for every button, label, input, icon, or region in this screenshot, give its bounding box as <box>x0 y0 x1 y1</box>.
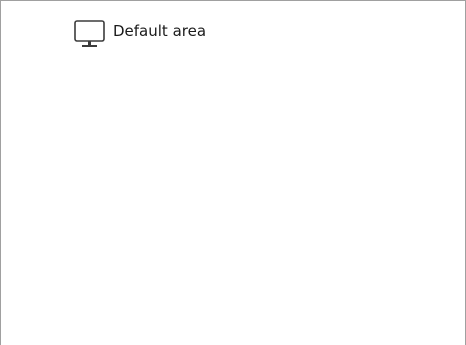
monitor-icon <box>71 18 109 50</box>
list-item-default-area[interactable]: Default area <box>67 18 210 50</box>
area-list-panel: Default area <box>0 0 466 345</box>
list-item-label: Default area <box>113 22 207 40</box>
